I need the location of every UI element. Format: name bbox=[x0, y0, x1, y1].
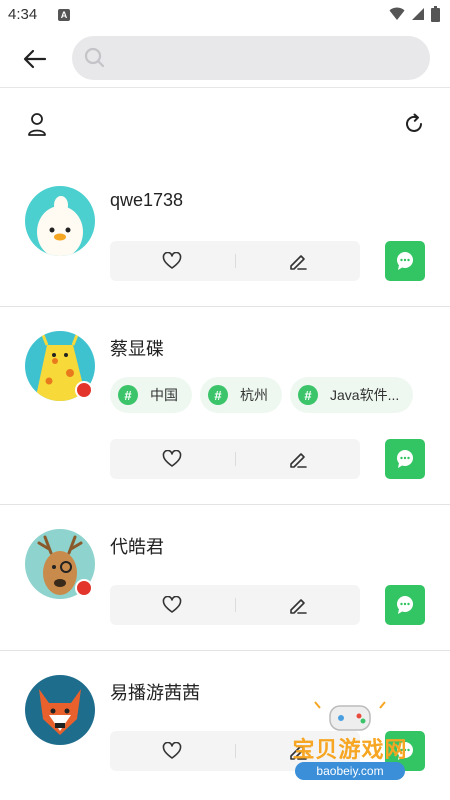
tag-label: Java软件... bbox=[330, 387, 400, 403]
search-input[interactable] bbox=[114, 44, 414, 72]
like-button[interactable] bbox=[110, 731, 235, 771]
heart-icon bbox=[162, 450, 182, 467]
tag-label: 杭州 bbox=[240, 387, 268, 403]
status-bar: 4:34 A bbox=[0, 0, 450, 30]
status-indicators bbox=[389, 6, 440, 22]
heart-icon bbox=[162, 596, 182, 613]
watermark-title: 宝贝游戏网 bbox=[292, 738, 408, 763]
top-bar bbox=[0, 30, 450, 88]
tag-chip[interactable]: # 中国 bbox=[110, 377, 192, 413]
action-bar bbox=[110, 585, 360, 625]
hash-icon: # bbox=[118, 385, 138, 405]
refresh-button[interactable] bbox=[402, 112, 426, 141]
like-button[interactable] bbox=[110, 585, 235, 625]
list-item[interactable]: qwe1738 bbox=[0, 160, 450, 307]
tag-chip[interactable]: # 杭州 bbox=[200, 377, 282, 413]
pencil-icon bbox=[289, 599, 307, 614]
pencil-icon bbox=[289, 453, 307, 468]
battery-icon bbox=[431, 6, 440, 22]
wifi-icon bbox=[389, 7, 405, 20]
heart-icon bbox=[162, 742, 182, 759]
chat-bubble-icon bbox=[397, 596, 413, 614]
status-time: 4:34 bbox=[8, 6, 38, 23]
refresh-icon bbox=[406, 113, 422, 132]
back-button[interactable] bbox=[18, 42, 52, 76]
list-item[interactable]: 代皓君 bbox=[0, 505, 450, 651]
user-filter-button[interactable] bbox=[26, 112, 48, 143]
status-badge bbox=[75, 579, 93, 597]
username[interactable]: 易播游茜茜 bbox=[110, 679, 200, 705]
username[interactable]: qwe1738 bbox=[110, 190, 183, 211]
username[interactable]: 代皓君 bbox=[110, 533, 164, 559]
tag-chip[interactable]: # Java软件... bbox=[290, 377, 414, 413]
gamepad-icon bbox=[314, 701, 386, 731]
avatar[interactable] bbox=[25, 186, 95, 256]
like-button[interactable] bbox=[110, 241, 235, 281]
hash-icon: # bbox=[298, 385, 318, 405]
avatar[interactable] bbox=[25, 675, 95, 745]
pencil-icon bbox=[289, 255, 307, 270]
edit-button[interactable] bbox=[236, 585, 361, 625]
chat-bubble-icon bbox=[397, 450, 413, 468]
duck-avatar-icon bbox=[37, 196, 83, 256]
chat-bubble-icon bbox=[397, 252, 413, 270]
hash-icon: # bbox=[208, 385, 228, 405]
search-box[interactable] bbox=[72, 36, 430, 80]
search-icon bbox=[84, 47, 105, 68]
tag-label: 中国 bbox=[150, 387, 178, 403]
edit-button[interactable] bbox=[236, 241, 361, 281]
fox-avatar-icon bbox=[39, 689, 81, 735]
toolbar-row bbox=[0, 104, 450, 148]
like-button[interactable] bbox=[110, 439, 235, 479]
action-bar bbox=[110, 439, 360, 479]
user-icon bbox=[28, 113, 46, 136]
chat-button[interactable] bbox=[385, 241, 425, 281]
list-item[interactable]: 蔡显碟 # 中国 # 杭州 # Java软件... bbox=[0, 307, 450, 505]
edit-button[interactable] bbox=[236, 439, 361, 479]
username[interactable]: 蔡显碟 bbox=[110, 335, 164, 361]
heart-icon bbox=[162, 252, 182, 269]
chat-button[interactable] bbox=[385, 439, 425, 479]
tag-list: # 中国 # 杭州 # Java软件... bbox=[110, 377, 414, 413]
arrow-left-icon bbox=[23, 49, 47, 69]
watermark-url: baobeiy.com bbox=[295, 762, 405, 780]
chat-button[interactable] bbox=[385, 585, 425, 625]
status-badge bbox=[75, 381, 93, 399]
action-bar bbox=[110, 241, 360, 281]
signal-icon bbox=[412, 8, 424, 20]
notification-a-icon: A bbox=[58, 9, 70, 21]
watermark-logo: 宝贝游戏网 baobeiy.com bbox=[275, 700, 425, 790]
